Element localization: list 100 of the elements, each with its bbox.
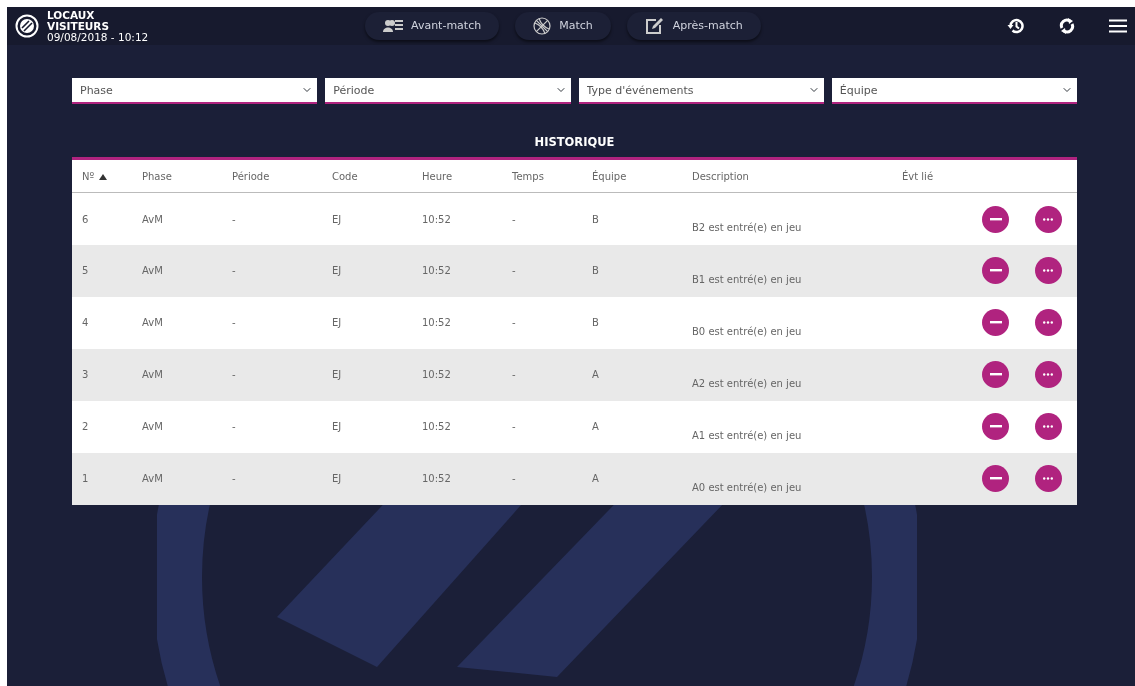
table-cell: - — [502, 296, 582, 349]
menu-icon — [1109, 19, 1127, 33]
more-icon — [1043, 425, 1053, 429]
table-cell: B — [582, 192, 682, 245]
remove-button[interactable] — [982, 205, 1009, 233]
table-title: HISTORIQUE — [533, 134, 616, 151]
nav-tab[interactable]: Après-match — [626, 12, 761, 40]
table-cell: B — [582, 296, 682, 349]
filter-dropdown[interactable]: Type d'événements — [578, 78, 824, 104]
refresh-icon — [1059, 17, 1075, 35]
table-cell: 10:52 — [412, 452, 502, 505]
more-button[interactable] — [1034, 413, 1062, 441]
more-icon — [1043, 321, 1053, 325]
more-icon — [1043, 217, 1053, 221]
filter-dropdown[interactable]: Période — [325, 78, 571, 104]
edit-icon — [644, 17, 665, 35]
table-cell: A2 est entré(e) en jeu — [682, 348, 892, 401]
more-button[interactable] — [1034, 205, 1062, 233]
match-datetime: 09/08/2018 - 10:12 — [47, 31, 149, 43]
minus-icon — [989, 477, 1002, 481]
nav-tab[interactable]: Avant-match — [365, 12, 500, 40]
table-cell: - — [502, 244, 582, 297]
menu-button[interactable] — [1109, 19, 1127, 33]
table-cell: B1 est entré(e) en jeu — [682, 244, 892, 297]
table-cell: 4 — [72, 296, 132, 349]
table-cell: EJ — [322, 296, 412, 349]
table-cell: 6 — [72, 192, 132, 245]
nav-tab[interactable]: Match — [515, 12, 611, 40]
logo-icon — [15, 14, 39, 38]
table-cell: EJ — [322, 400, 412, 453]
more-icon — [1043, 373, 1053, 377]
table-cell: 10:52 — [412, 348, 502, 401]
table-cell: - — [222, 296, 322, 349]
filter-dropdown[interactable]: Phase — [72, 78, 318, 104]
table-cell: AvM — [132, 296, 222, 349]
table-cell: - — [222, 192, 322, 245]
more-button[interactable] — [1034, 309, 1062, 337]
table-cell: 2 — [72, 400, 132, 453]
table-cell: AvM — [132, 192, 222, 245]
remove-button[interactable] — [982, 361, 1009, 389]
column-header: Heure — [412, 158, 502, 193]
table-cell: - — [502, 348, 582, 401]
remove-button[interactable] — [982, 465, 1009, 493]
minus-icon — [989, 321, 1002, 325]
table-cell: B — [582, 244, 682, 297]
column-header: Évt lié — [892, 158, 972, 193]
filter-dropdown[interactable]: Équipe — [831, 78, 1077, 104]
more-button[interactable] — [1034, 465, 1062, 493]
table-cell: - — [222, 348, 322, 401]
table-cell: - — [222, 244, 322, 297]
table-cell: A — [582, 452, 682, 505]
history-icon — [1007, 17, 1025, 35]
table-cell: 10:52 — [412, 244, 502, 297]
table-cell: A — [582, 348, 682, 401]
table-cell: - — [502, 192, 582, 245]
column-header: Code — [322, 158, 412, 193]
more-icon — [1043, 269, 1053, 273]
column-header: Équipe — [582, 158, 682, 193]
more-icon — [1043, 477, 1053, 481]
table-cell: 10:52 — [412, 296, 502, 349]
more-button[interactable] — [1034, 361, 1062, 389]
table-cell: - — [222, 400, 322, 453]
away-team-label: VISITEURS — [47, 20, 110, 32]
table-cell: B2 est entré(e) en jeu — [682, 192, 892, 245]
history-button[interactable] — [1007, 17, 1025, 35]
remove-button[interactable] — [982, 413, 1009, 441]
table-cell: A0 est entré(e) en jeu — [682, 452, 892, 505]
table-cell: 3 — [72, 348, 132, 401]
basketball-icon — [533, 17, 552, 35]
table-cell: EJ — [322, 192, 412, 245]
refresh-button[interactable] — [1059, 17, 1075, 35]
table-cell: 10:52 — [412, 192, 502, 245]
table-cell: 10:52 — [412, 400, 502, 453]
more-button[interactable] — [1034, 257, 1062, 285]
column-header: Phase — [132, 158, 222, 193]
table-cell: EJ — [322, 244, 412, 297]
table-cell: 5 — [72, 244, 132, 297]
table-cell: B0 est entré(e) en jeu — [682, 296, 892, 349]
table-cell: A — [582, 400, 682, 453]
table-cell: - — [502, 400, 582, 453]
table-cell: AvM — [132, 348, 222, 401]
column-header: Temps — [502, 158, 582, 193]
table-cell: EJ — [322, 452, 412, 505]
remove-button[interactable] — [982, 309, 1009, 337]
minus-icon — [989, 217, 1002, 221]
minus-icon — [989, 373, 1002, 377]
table-cell: AvM — [132, 244, 222, 297]
table-cell: 1 — [72, 452, 132, 505]
minus-icon — [989, 269, 1002, 273]
table-cell: A1 est entré(e) en jeu — [682, 400, 892, 453]
table-cell: AvM — [132, 400, 222, 453]
table-cell: EJ — [322, 348, 412, 401]
remove-button[interactable] — [982, 257, 1009, 285]
table-cell: - — [222, 452, 322, 505]
column-header: Description — [682, 158, 892, 193]
table-cell: - — [502, 452, 582, 505]
minus-icon — [989, 425, 1002, 429]
table-cell: AvM — [132, 452, 222, 505]
column-header: Période — [222, 158, 322, 193]
column-header[interactable]: Nº — [72, 158, 132, 193]
